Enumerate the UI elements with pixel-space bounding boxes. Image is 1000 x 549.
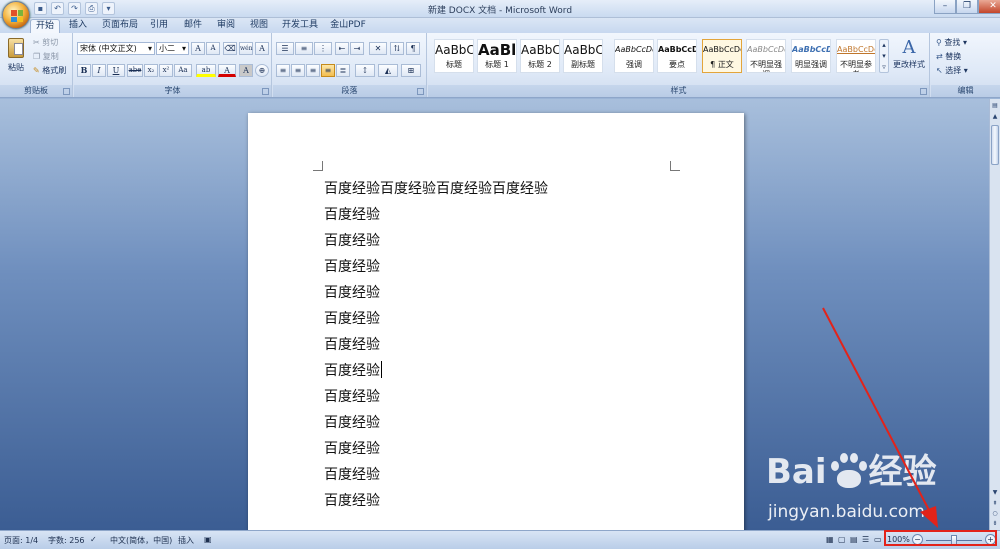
office-logo-icon: [11, 10, 23, 22]
arrow-head: [920, 506, 938, 528]
zoom-highlight-box: [884, 530, 997, 546]
arrow-shaft: [822, 307, 931, 513]
annotation-arrow: [822, 307, 938, 528]
office-button[interactable]: [2, 1, 30, 29]
